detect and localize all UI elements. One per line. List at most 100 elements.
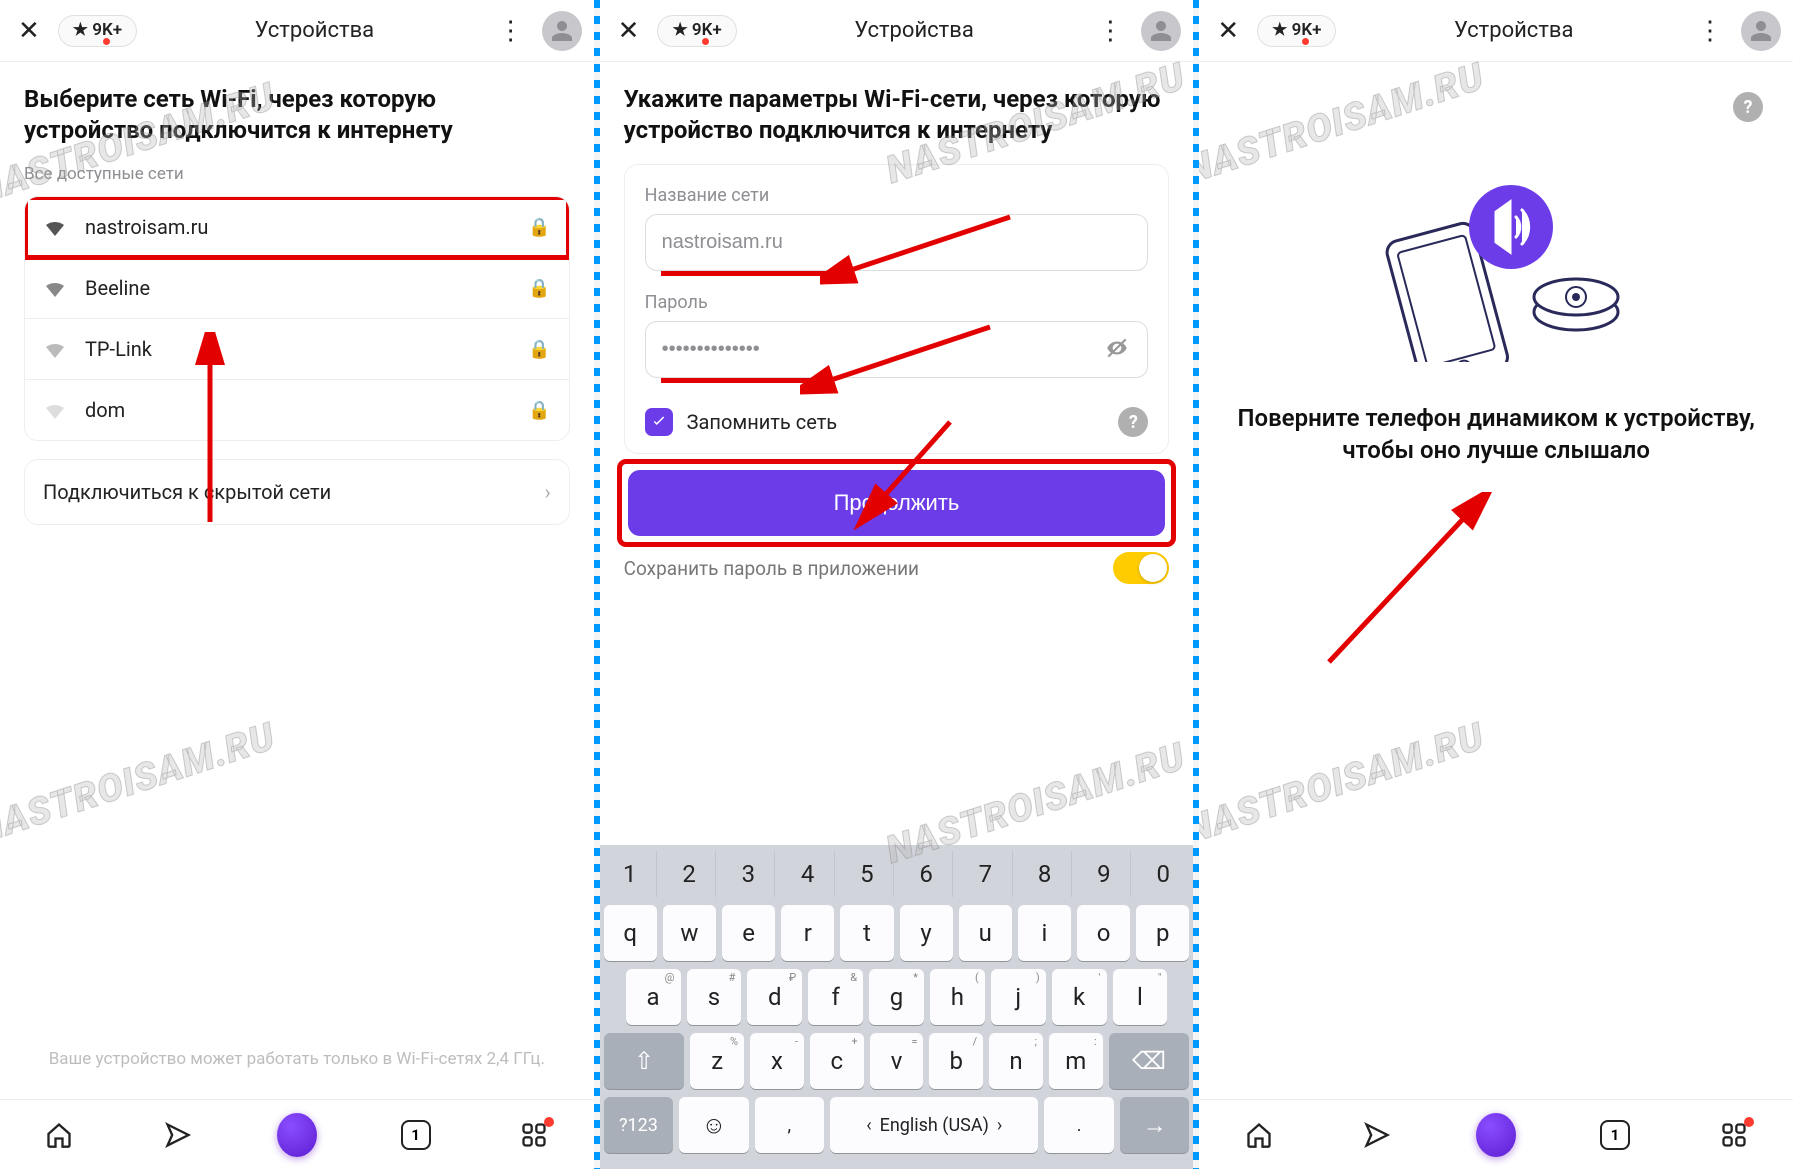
- continue-highlight: Продолжить: [624, 466, 1170, 540]
- key-f[interactable]: f&: [808, 969, 863, 1025]
- alice-icon: [1476, 1113, 1516, 1157]
- key-m[interactable]: m:: [1049, 1033, 1103, 1089]
- send-icon: [1363, 1121, 1391, 1149]
- key-r[interactable]: r: [781, 905, 834, 961]
- key-c[interactable]: c+: [810, 1033, 864, 1089]
- key-period[interactable]: .: [1044, 1097, 1113, 1153]
- save-password-toggle[interactable]: [1113, 552, 1169, 584]
- key-3[interactable]: 3: [722, 851, 775, 897]
- site-rating-chip[interactable]: ★ 9K+: [58, 15, 137, 47]
- nav-send-button[interactable]: [1357, 1115, 1397, 1155]
- key-l[interactable]: l": [1113, 969, 1168, 1025]
- key-o[interactable]: o: [1077, 905, 1130, 961]
- key-w[interactable]: w: [663, 905, 716, 961]
- nav-tabs-button[interactable]: 1: [1595, 1115, 1635, 1155]
- remember-checkbox[interactable]: [645, 408, 673, 436]
- nav-send-button[interactable]: [158, 1115, 198, 1155]
- key-p[interactable]: p: [1136, 905, 1189, 961]
- help-icon[interactable]: ?: [1733, 92, 1763, 122]
- key-symbols[interactable]: ?123: [604, 1097, 673, 1153]
- page-title: Устройства: [749, 18, 1080, 43]
- wifi-item-beeline[interactable]: Beeline 🔒: [25, 258, 569, 319]
- key-g[interactable]: g*: [869, 969, 924, 1025]
- hidden-network-label: Подключиться к скрытой сети: [43, 480, 331, 504]
- key-q[interactable]: q: [604, 905, 657, 961]
- wifi-item-dom[interactable]: dom 🔒: [25, 380, 569, 440]
- panel1-content: Выберите сеть Wi-Fi, через которую устро…: [0, 62, 594, 1099]
- menu-dots-icon[interactable]: ⋮: [492, 16, 530, 46]
- site-rating-chip[interactable]: ★ 9K+: [1257, 15, 1336, 47]
- tab-count: 1: [401, 1120, 431, 1150]
- key-6[interactable]: 6: [900, 851, 953, 897]
- nav-tabs-button[interactable]: 1: [396, 1115, 436, 1155]
- key-t[interactable]: t: [840, 905, 893, 961]
- nav-home-button[interactable]: [1239, 1115, 1279, 1155]
- key-comma[interactable]: ,: [755, 1097, 824, 1153]
- key-shift[interactable]: ⇧: [604, 1033, 685, 1089]
- key-8[interactable]: 8: [1019, 851, 1072, 897]
- wifi-name: Beeline: [85, 276, 510, 300]
- keyboard-row-2: a@s#d₽f&g*h(j)k'l": [604, 969, 1190, 1025]
- home-icon: [45, 1121, 73, 1149]
- continue-button[interactable]: Продолжить: [628, 470, 1166, 536]
- lock-icon: 🔒: [528, 400, 550, 421]
- key-i[interactable]: i: [1018, 905, 1071, 961]
- avatar[interactable]: [542, 11, 582, 51]
- key-b[interactable]: b/: [929, 1033, 983, 1089]
- menu-dots-icon[interactable]: ⋮: [1091, 16, 1129, 46]
- close-icon[interactable]: ✕: [1211, 16, 1245, 46]
- key-z[interactable]: z%: [690, 1033, 744, 1089]
- key-s[interactable]: s#: [687, 969, 742, 1025]
- key-n[interactable]: n;: [989, 1033, 1043, 1089]
- nav-apps-button[interactable]: [1714, 1115, 1754, 1155]
- help-icon[interactable]: ?: [1118, 407, 1148, 437]
- nav-apps-button[interactable]: [514, 1115, 554, 1155]
- key-1[interactable]: 1: [604, 851, 657, 897]
- ssid-input[interactable]: [645, 214, 1149, 271]
- site-rating-chip[interactable]: ★ 9K+: [657, 15, 736, 47]
- key-4[interactable]: 4: [781, 851, 834, 897]
- close-icon[interactable]: ✕: [612, 16, 646, 46]
- person-icon: [1749, 19, 1773, 43]
- key-h[interactable]: h(: [930, 969, 985, 1025]
- password-input[interactable]: [645, 321, 1149, 378]
- key-a[interactable]: a@: [626, 969, 681, 1025]
- rating-text: ★ 9K+: [1272, 20, 1321, 40]
- wifi-item-tplink[interactable]: TP-Link 🔒: [25, 319, 569, 380]
- menu-dots-icon[interactable]: ⋮: [1691, 16, 1729, 46]
- nav-alice-button[interactable]: [1476, 1115, 1516, 1155]
- connect-hidden-network[interactable]: Подключиться к скрытой сети ›: [24, 459, 570, 525]
- key-7[interactable]: 7: [959, 851, 1012, 897]
- visibility-off-icon[interactable]: [1104, 335, 1130, 367]
- key-backspace[interactable]: ⌫: [1109, 1033, 1190, 1089]
- avatar[interactable]: [1141, 11, 1181, 51]
- key-9[interactable]: 9: [1078, 851, 1131, 897]
- key-v[interactable]: v=: [870, 1033, 924, 1089]
- key-u[interactable]: u: [959, 905, 1012, 961]
- lock-icon: 🔒: [528, 217, 550, 238]
- nav-home-button[interactable]: [39, 1115, 79, 1155]
- avatar[interactable]: [1741, 11, 1781, 51]
- person-icon: [550, 19, 574, 43]
- wifi-item-nastroisam[interactable]: nastroisam.ru 🔒: [25, 197, 569, 258]
- key-enter[interactable]: →: [1120, 1097, 1189, 1153]
- key-2[interactable]: 2: [663, 851, 716, 897]
- close-icon[interactable]: ✕: [12, 16, 46, 46]
- key-e[interactable]: e: [722, 905, 775, 961]
- key-spacebar[interactable]: ‹ English (USA) ›: [830, 1097, 1038, 1153]
- key-emoji[interactable]: ☺: [679, 1097, 748, 1153]
- key-5[interactable]: 5: [841, 851, 894, 897]
- watermark: NASTROISAM.RU: [1199, 715, 1490, 853]
- key-d[interactable]: d₽: [747, 969, 802, 1025]
- nav-alice-button[interactable]: [277, 1115, 317, 1155]
- panel1-heading: Выберите сеть Wi-Fi, через которую устро…: [24, 84, 570, 146]
- panel-wifi-select: ✕ ★ 9K+ Устройства ⋮ Выберите сеть Wi-Fi…: [0, 0, 594, 1169]
- key-y[interactable]: y: [900, 905, 953, 961]
- check-icon: [650, 413, 668, 431]
- panel2-content: Укажите параметры Wi-Fi-сети, через кото…: [600, 62, 1194, 845]
- key-x[interactable]: x-: [750, 1033, 804, 1089]
- key-k[interactable]: k': [1052, 969, 1107, 1025]
- key-j[interactable]: j): [991, 969, 1046, 1025]
- remember-label: Запомнить сеть: [687, 410, 1105, 434]
- key-0[interactable]: 0: [1137, 851, 1189, 897]
